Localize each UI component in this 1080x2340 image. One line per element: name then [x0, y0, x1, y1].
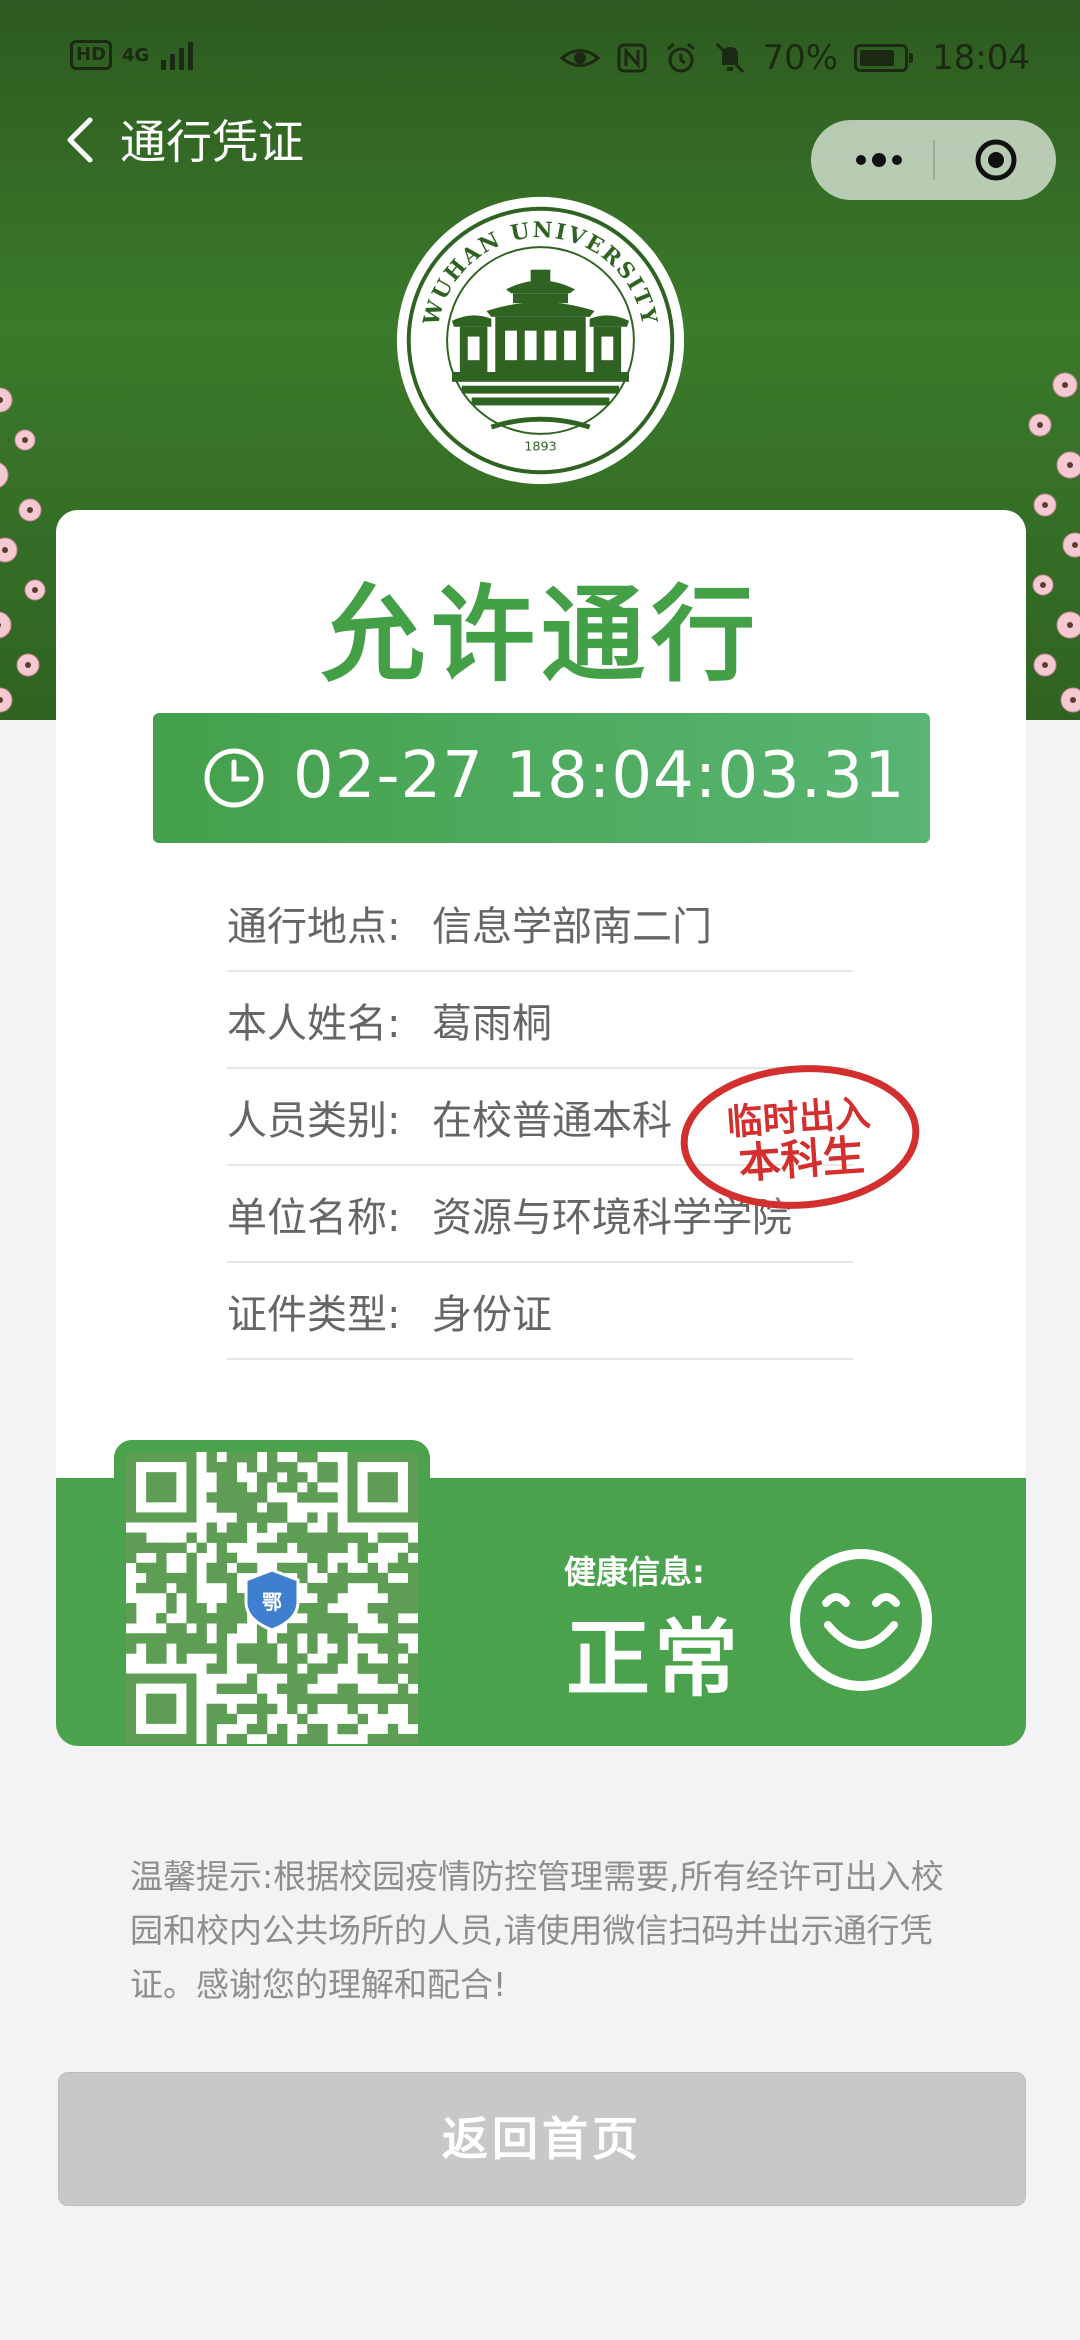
datetime-banner: 02-27 18:04:03.31: [153, 713, 930, 843]
info-label: 通行地点:: [227, 903, 401, 950]
reminder-text: 温馨提示:根据校园疫情防控管理需要,所有经许可出入校园和校内公共场所的人员,请使…: [130, 1857, 944, 2004]
info-row-name: 本人姓名: 葛雨桐: [227, 972, 853, 1069]
clock-icon: [204, 748, 264, 808]
alarm-icon: [667, 42, 696, 73]
info-label: 单位名称:: [227, 1194, 401, 1241]
eye-icon: [560, 49, 601, 67]
info-label: 证件类型:: [227, 1291, 401, 1338]
info-row-location: 通行地点: 信息学部南二门: [227, 875, 853, 972]
logo-year: 1893: [524, 440, 557, 455]
status-bar: HD 4G 70% 18:04: [0, 30, 1080, 90]
battery-percent: 70%: [762, 38, 839, 78]
battery-icon: [854, 44, 914, 72]
signal-icon: [161, 42, 194, 70]
page-title: 通行凭证: [120, 115, 304, 169]
qr-code-frame[interactable]: 鄂: [114, 1440, 430, 1746]
qr-badge-text: 鄂: [262, 1590, 282, 1614]
nfc-icon: [617, 43, 647, 73]
network-indicator: 4G: [122, 44, 150, 66]
info-value: 葛雨桐: [432, 1000, 552, 1047]
pass-card: 允许通行 02-27 18:04:03.31 通行地点: 信息学部南二门 本人姓…: [56, 510, 1026, 1746]
info-label: 人员类别:: [227, 1097, 401, 1144]
info-value: 在校普通本科: [432, 1097, 672, 1144]
more-icon[interactable]: [851, 142, 907, 178]
smile-icon: [790, 1549, 932, 1691]
pass-datetime: 02-27 18:04:03.31: [293, 739, 906, 813]
info-row-id-type: 证件类型: 身份证: [227, 1263, 853, 1360]
back-arrow-icon[interactable]: [60, 110, 100, 170]
mini-program-capsule: [811, 120, 1056, 200]
info-value: 身份证: [432, 1291, 552, 1338]
target-icon[interactable]: [974, 138, 1018, 182]
return-home-button[interactable]: 返回首页: [58, 2072, 1026, 2206]
qr-code[interactable]: 鄂: [126, 1452, 418, 1744]
stamp-line2: 本科生: [737, 1131, 866, 1189]
health-label: 健康信息:: [564, 1553, 705, 1591]
info-label: 本人姓名:: [227, 1000, 401, 1047]
pass-status-title: 允许通行: [320, 574, 761, 696]
hd-indicator: HD: [70, 40, 113, 70]
mute-icon: [716, 42, 745, 74]
temporary-access-stamp: 临时出入 本科生: [680, 1065, 920, 1209]
info-value: 信息学部南二门: [432, 903, 712, 950]
health-status: 正常: [566, 1610, 743, 1708]
clock-time: 18:04: [932, 38, 1030, 78]
university-logo: WUHAN UNIVERSITY 1893: [396, 196, 685, 485]
